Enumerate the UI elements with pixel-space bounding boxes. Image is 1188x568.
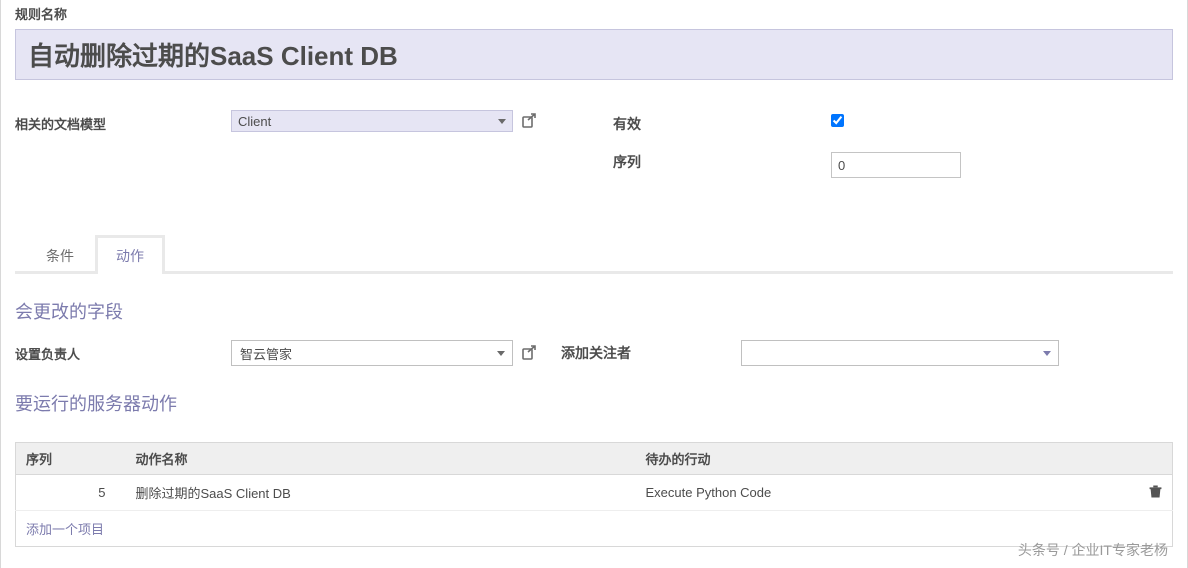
col-todo-action: 待办的行动	[636, 443, 1139, 475]
set-responsible-select[interactable]: 智云管家	[231, 340, 513, 366]
sequence-label: 序列	[613, 148, 831, 178]
server-actions-table: 序列 动作名称 待办的行动 5 删除过期的SaaS Client DB Exec…	[15, 442, 1173, 547]
trash-icon[interactable]	[1149, 485, 1162, 498]
table-row[interactable]: 5 删除过期的SaaS Client DB Execute Python Cod…	[16, 475, 1173, 511]
tab-strip: 条件 动作	[15, 232, 1173, 274]
add-followers-select[interactable]	[741, 340, 1059, 366]
section-server-actions: 要运行的服务器动作	[15, 390, 1173, 416]
row-seq: 5	[16, 475, 126, 511]
external-link-icon[interactable]	[521, 345, 537, 361]
tab-actions[interactable]: 动作	[95, 235, 165, 274]
col-sequence: 序列	[16, 443, 126, 475]
related-model-label: 相关的文档模型	[15, 110, 231, 133]
add-followers-label: 添加关注者	[561, 343, 741, 363]
section-fields-to-change: 会更改的字段	[15, 298, 1173, 324]
active-label: 有效	[613, 110, 831, 134]
sequence-input[interactable]	[831, 152, 961, 178]
rule-name-label: 规则名称	[15, 4, 1173, 23]
set-responsible-value: 智云管家	[240, 344, 292, 363]
col-action-name: 动作名称	[126, 443, 636, 475]
row-name: 删除过期的SaaS Client DB	[126, 475, 636, 511]
active-checkbox[interactable]	[831, 114, 844, 127]
related-model-value: Client	[238, 114, 271, 129]
tab-conditions[interactable]: 条件	[25, 235, 95, 274]
set-responsible-label: 设置负责人	[15, 344, 231, 363]
external-link-icon[interactable]	[521, 113, 537, 129]
rule-name-input[interactable]: 自动删除过期的SaaS Client DB	[15, 29, 1173, 80]
add-item-link[interactable]: 添加一个项目	[16, 511, 114, 546]
watermark: 头条号 / 企业IT专家老杨	[1018, 540, 1168, 560]
related-model-select[interactable]: Client	[231, 110, 513, 132]
row-todo: Execute Python Code	[636, 475, 1139, 511]
